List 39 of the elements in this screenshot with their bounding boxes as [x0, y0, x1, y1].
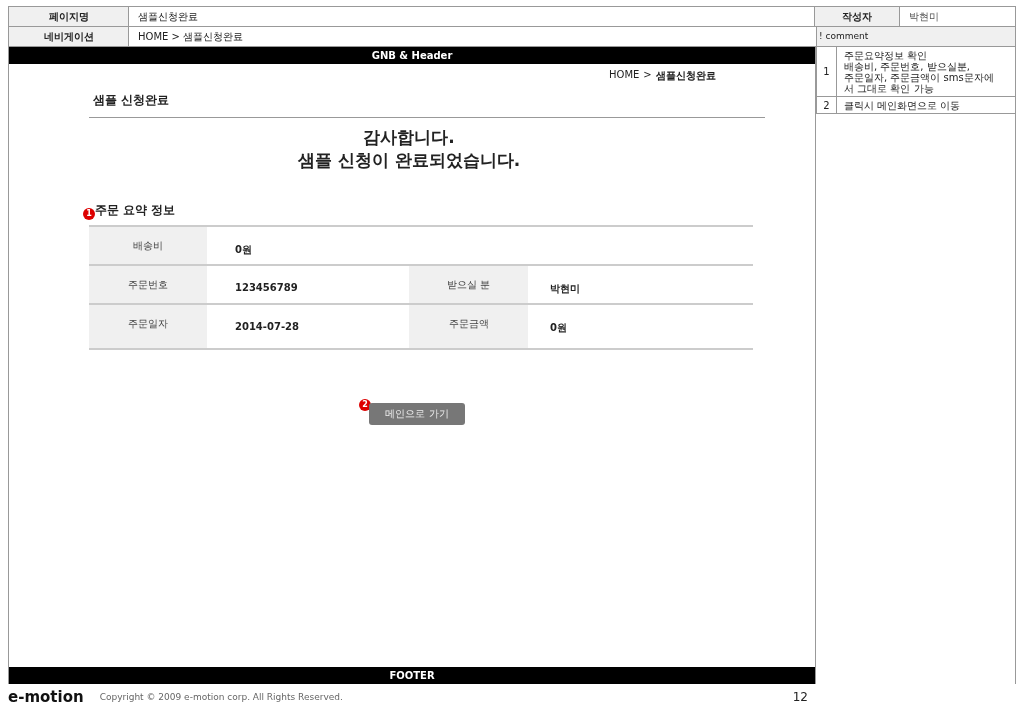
copyright-text: Copyright © 2009 e-motion corp. All Rights Reserved. [99, 691, 344, 702]
go-main-button[interactable]: 메인으로 가기 [369, 403, 465, 425]
table-label: 주문일자 [89, 305, 207, 348]
page-title: 샘플 신청완료 [93, 92, 170, 109]
page-number: 12 [792, 689, 808, 704]
table-value: 0원 [234, 243, 253, 257]
thanks-message: 감사합니다. [362, 126, 456, 149]
page-name-label: 페이지명 [8, 7, 129, 26]
annotation-badge: 2 [359, 399, 371, 411]
page-name: 샘플신청완료 [137, 10, 199, 24]
comment-text: 주문요약정보 확인 [844, 50, 929, 61]
navigation-path: HOME > 샘플신청완료 [137, 30, 245, 44]
comment-text: 서 그대로 확인 가능 [844, 83, 935, 94]
footer-bar: FOOTER [9, 667, 815, 684]
table-label: 배송비 [89, 227, 207, 264]
comment-label: ! comment [816, 27, 1016, 46]
comment-number: 2 [816, 97, 837, 113]
breadcrumb-current: 샘플신청완료 [655, 69, 716, 83]
annotation-badge: 1 [83, 208, 95, 220]
table-label: 주문번호 [89, 266, 207, 303]
table-value: 2014-07-28 [234, 320, 300, 334]
navigation-label: 네비게이션 [8, 27, 129, 46]
comment-text: 클릭시 메인화면으로 이동 [844, 100, 961, 111]
author-label: 작성자 [814, 7, 900, 26]
comment-text: 배송비, 주문번호, 받으실분, [844, 61, 971, 72]
table-label: 받으실 분 [409, 266, 528, 303]
logo: e-motion [8, 687, 84, 706]
breadcrumb-home[interactable]: HOME [609, 69, 640, 83]
table-value: 0원 [549, 321, 568, 335]
comment-number: 1 [816, 47, 837, 96]
comment-text: 주문일자, 주문금액이 sms문자에 [844, 72, 994, 83]
table-value: 123456789 [234, 281, 299, 295]
author-name: 박현미 [900, 7, 1016, 26]
thanks-message: 샘플 신청이 완료되었습니다. [296, 149, 522, 172]
table-value: 박현미 [549, 282, 581, 296]
breadcrumb-separator: > [643, 69, 652, 82]
table-label: 주문금액 [409, 305, 528, 348]
section-title: 주문 요약 정보 [95, 201, 176, 219]
gnb-header-bar: GNB & Header [9, 47, 815, 64]
